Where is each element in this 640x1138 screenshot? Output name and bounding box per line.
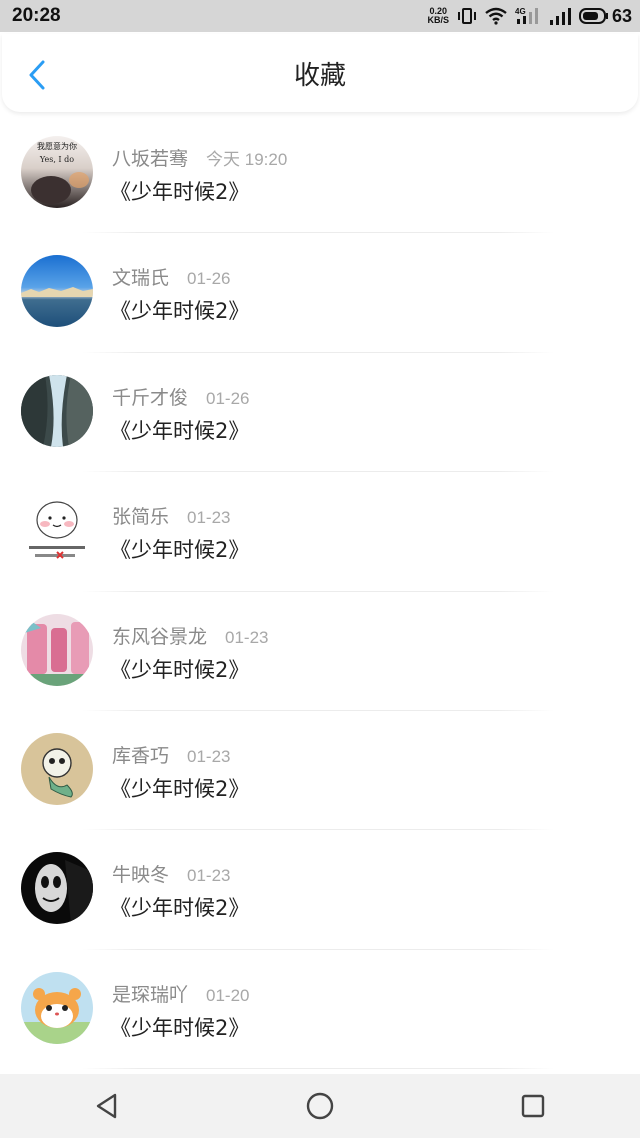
avatar[interactable] <box>21 255 93 328</box>
item-time: 01-23 <box>187 866 231 886</box>
avatar-caption-bottom: Yes, I do <box>39 155 74 164</box>
avatar[interactable] <box>21 613 93 686</box>
list-item[interactable]: 牛映冬 01-23 《少年时候2》 <box>0 830 640 950</box>
user-name: 是琛瑞吖 <box>112 983 189 1006</box>
list-item[interactable]: 库香巧 01-23 《少年时候2》 <box>0 711 640 831</box>
battery-icon <box>578 7 609 25</box>
battery: 63 <box>578 5 632 27</box>
wifi-icon <box>485 7 507 25</box>
user-name: 八坂若骞 <box>112 148 189 170</box>
nav-recents-button[interactable] <box>503 1076 563 1136</box>
back-button[interactable] <box>22 58 52 92</box>
item-title: 《少年时候2》 <box>110 657 250 682</box>
item-title: 《少年时候2》 <box>110 776 250 801</box>
net-speed-unit: KB/S <box>427 15 449 25</box>
navigation-bar <box>0 1074 640 1138</box>
item-meta: 张简乐 01-23 <box>112 502 231 529</box>
circle-home-icon <box>306 1092 334 1120</box>
list-item[interactable]: 文瑞氏 01-26 《少年时候2》 <box>0 233 640 353</box>
item-time: 01-20 <box>206 985 250 1005</box>
item-time: 01-26 <box>206 388 250 408</box>
item-meta: 库香巧 01-23 <box>112 741 231 768</box>
list-item[interactable]: 是琛瑞吖 01-20 《少年时候2》 <box>0 950 640 1070</box>
header: 收藏 <box>2 34 638 112</box>
avatar[interactable] <box>21 732 93 805</box>
user-name: 张简乐 <box>112 506 170 529</box>
triangle-back-icon <box>96 1093 116 1119</box>
divider <box>82 1068 554 1070</box>
item-meta: 八坂若骞 今天 19:20 <box>112 144 287 171</box>
signal-4g-icon: 4G <box>515 6 541 26</box>
item-title: 《少年时候2》 <box>110 896 250 921</box>
item-meta: 文瑞氏 01-26 <box>112 263 231 290</box>
item-title: 《少年时候2》 <box>110 299 250 324</box>
avatar[interactable] <box>21 852 93 925</box>
item-meta: 东风谷景龙 01-23 <box>112 622 269 649</box>
vibrate-icon <box>457 6 477 26</box>
status-time: 20:28 <box>12 5 61 26</box>
square-recents-icon <box>522 1094 545 1118</box>
avatar[interactable]: 我愿意为你 Yes, I do <box>21 136 93 208</box>
item-title: 《少年时候2》 <box>110 418 250 443</box>
item-meta: 千斤才俊 01-26 <box>112 383 250 410</box>
item-meta: 牛映冬 01-23 <box>112 860 231 887</box>
item-time: 今天 19:20 <box>206 150 288 169</box>
user-name: 东风谷景龙 <box>112 625 208 648</box>
status-bar: 20:28 0.20 KB/S 4G 63 <box>0 0 640 32</box>
avatar-caption-top: 我愿意为你 <box>37 141 77 151</box>
user-name: 牛映冬 <box>112 864 170 887</box>
list-item[interactable]: 张简乐 01-23 《少年时候2》 <box>0 472 640 592</box>
chevron-left-icon <box>29 60 45 90</box>
user-name: 千斤才俊 <box>112 386 189 409</box>
list-item[interactable]: 千斤才俊 01-26 《少年时候2》 <box>0 353 640 473</box>
nav-back-button[interactable] <box>77 1076 137 1136</box>
page-title: 收藏 <box>293 60 346 91</box>
item-time: 01-23 <box>225 627 269 647</box>
nav-home-button[interactable] <box>290 1076 350 1136</box>
item-title: 《少年时候2》 <box>110 1015 250 1040</box>
item-time: 01-26 <box>187 269 231 289</box>
battery-percent: 63 <box>611 5 632 26</box>
avatar[interactable] <box>21 374 93 447</box>
user-name: 文瑞氏 <box>112 267 170 290</box>
item-time: 01-23 <box>187 508 231 528</box>
item-meta: 是琛瑞吖 01-20 <box>112 980 250 1007</box>
status-icons: 0.20 KB/S 4G 63 <box>427 6 632 27</box>
list-item[interactable]: 我愿意为你 Yes, I do 八坂若骞 今天 19:20 《少年时候2》 <box>0 114 640 234</box>
network-type: 4G <box>515 7 526 16</box>
list-item[interactable]: 东风谷景龙 01-23 《少年时候2》 <box>0 592 640 711</box>
favorites-list: 我愿意为你 Yes, I do 八坂若骞 今天 19:20 《少年时候2》 文瑞… <box>0 114 640 1070</box>
user-name: 库香巧 <box>112 744 170 767</box>
item-title: 《少年时候2》 <box>110 180 250 204</box>
signal-icon <box>549 7 571 25</box>
item-time: 01-23 <box>187 746 231 766</box>
item-title: 《少年时候2》 <box>110 538 250 563</box>
avatar[interactable] <box>21 494 93 567</box>
avatar[interactable] <box>21 971 93 1044</box>
net-speed: 0.20 KB/S <box>427 7 449 25</box>
